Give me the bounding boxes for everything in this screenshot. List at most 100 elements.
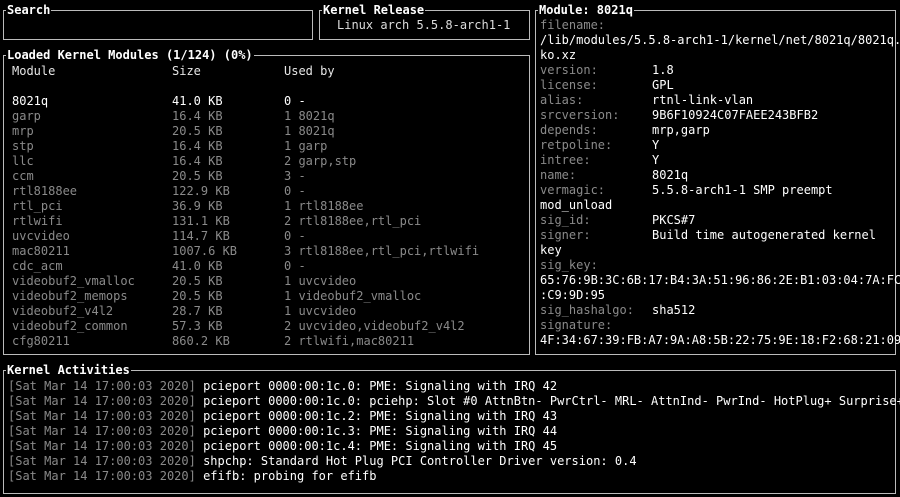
module-used-by-cell: 2 rtlwifi,mac80211 [284, 334, 415, 348]
module-name-cell: videobuf2_vmalloc [12, 274, 135, 288]
module-size-cell: 16.4 KB [172, 109, 223, 123]
log-message: pcieport 0000:00:1c.0: pciehp: Slot #0 A… [203, 394, 900, 408]
activities-panel[interactable]: Kernel Activities [Sat Mar 14 17:00:03 2… [3, 363, 900, 494]
module-size-cell: 20.5 KB [172, 274, 223, 288]
module-info-title: Module: 8021q [538, 3, 634, 17]
modules-panel[interactable]: Loaded Kernel Modules (1/124) (0%) Modul… [3, 48, 530, 355]
log-message: pcieport 0000:00:1c.2: PME: Signaling wi… [203, 409, 558, 423]
log-entry: [Sat Mar 14 17:00:03 2020] pcieport 0000… [8, 379, 557, 394]
module-info-value: mrp,garp [652, 123, 710, 137]
module-info-key: retpoline: [540, 138, 613, 152]
log-timestamp: [Sat Mar 14 17:00:03 2020] [8, 394, 196, 408]
module-name-cell: stp [12, 139, 34, 153]
module-size-cell: 36.9 KB [172, 199, 223, 213]
activities-title: Kernel Activities [6, 363, 131, 377]
module-info-key: license: [540, 78, 598, 92]
module-size-cell: 122.9 KB [172, 184, 230, 198]
module-info-value: 5.5.8-arch1-1 SMP preempt [652, 183, 833, 197]
module-info-text: 65:76:9B:3C:6B:17:B4:3A:51:96:86:2E:B1:0… [540, 273, 900, 287]
module-info-value: PKCS#7 [652, 213, 696, 227]
column-header-module[interactable]: Module [12, 64, 55, 79]
log-message: shpchp: Standard Hot Plug PCI Controller… [203, 454, 637, 468]
module-info-key: vermagic: [540, 183, 606, 197]
log-message: pcieport 0000:00:1c.3: PME: Signaling wi… [203, 424, 558, 438]
module-used-by-cell: 0 - [284, 184, 306, 198]
module-size-cell: 20.5 KB [172, 169, 223, 183]
module-name-cell: llc [12, 154, 34, 168]
module-name-cell: mrp [12, 124, 34, 138]
module-info-key: version: [540, 63, 598, 77]
log-entry: [Sat Mar 14 17:00:03 2020] pcieport 0000… [8, 409, 557, 424]
log-timestamp: [Sat Mar 14 17:00:03 2020] [8, 454, 196, 468]
module-used-by-cell: 3 rtl8188ee,rtl_pci,rtlwifi [284, 244, 480, 258]
log-message: pcieport 0000:00:1c.0: PME: Signaling wi… [203, 379, 558, 393]
module-size-cell: 131.1 KB [172, 214, 230, 228]
module-size-cell: 1007.6 KB [172, 244, 238, 258]
module-size-cell: 20.5 KB [172, 289, 223, 303]
module-size-cell: 41.0 KB [172, 94, 223, 108]
module-info-panel[interactable]: Module: 8021q filename:/lib/modules/5.5.… [535, 3, 900, 355]
module-info-key: srcversion: [540, 108, 620, 122]
module-name-cell: rtl8188ee [12, 184, 78, 198]
module-info-value: Y [652, 138, 660, 152]
module-info-key: name: [540, 168, 577, 182]
module-name-cell: ccm [12, 169, 34, 183]
module-used-by-cell: 0 - [284, 94, 306, 108]
log-entry: [Sat Mar 14 17:00:03 2020] pcieport 0000… [8, 394, 900, 409]
module-info-key: signer: [540, 228, 591, 242]
module-name-cell: rtlwifi [12, 214, 63, 228]
modules-header: Module Size Used by [12, 64, 335, 79]
module-name-cell: uvcvideo [12, 229, 70, 243]
module-used-by-cell: 1 videobuf2_vmalloc [284, 289, 422, 303]
module-used-by-cell: 3 - [284, 169, 306, 183]
module-info-key: intree: [540, 153, 591, 167]
column-header-used-by[interactable]: Used by [284, 64, 335, 79]
module-name-cell: rtl_pci [12, 199, 63, 213]
module-info-value: 1.8 [652, 63, 674, 77]
module-size-cell: 41.0 KB [172, 259, 223, 273]
module-name-cell: videobuf2_common [12, 319, 128, 333]
module-info-value: Y [652, 153, 660, 167]
module-info-value: 8021q [652, 168, 689, 182]
module-info-text: 4F:34:67:39:FB:A7:9A:A8:5B:22:75:9E:18:F… [540, 333, 900, 347]
module-info-value: Build time autogenerated kernel [652, 228, 876, 242]
log-timestamp: [Sat Mar 14 17:00:03 2020] [8, 469, 196, 483]
module-name-cell: videobuf2_v4l2 [12, 304, 114, 318]
module-size-cell: 16.4 KB [172, 154, 223, 168]
module-info-value: 9B6F10924C07FAEE243BFB2 [652, 108, 819, 122]
kernel-release-title: Kernel Release [322, 3, 426, 17]
search-panel[interactable]: Search [3, 3, 313, 40]
module-info-text: :C9:9D:95 [540, 288, 606, 302]
module-used-by-cell: 1 8021q [284, 109, 335, 123]
module-name-cell: 8021q [12, 94, 49, 108]
module-size-cell: 57.3 KB [172, 319, 223, 333]
module-size-cell: 860.2 KB [172, 334, 230, 348]
module-info-key: sig_hashalgo: [540, 303, 634, 317]
module-size-cell: 16.4 KB [172, 139, 223, 153]
module-name-cell: cdc_acm [12, 259, 63, 273]
log-entry: [Sat Mar 14 17:00:03 2020] pcieport 0000… [8, 439, 557, 454]
module-used-by-cell: 0 - [284, 259, 306, 273]
log-timestamp: [Sat Mar 14 17:00:03 2020] [8, 409, 196, 423]
module-used-by-cell: 2 garp,stp [284, 154, 357, 168]
module-info-text: key [540, 243, 562, 257]
module-name-cell: cfg80211 [12, 334, 70, 348]
module-used-by-cell: 2 uvcvideo,videobuf2_v4l2 [284, 319, 465, 333]
module-info-key: sig_key: [540, 258, 598, 272]
module-used-by-cell: 1 8021q [284, 124, 335, 138]
module-used-by-cell: 1 garp [284, 139, 328, 153]
module-info-key: alias: [540, 93, 584, 107]
column-header-size[interactable]: Size [172, 64, 201, 79]
module-size-cell: 114.7 KB [172, 229, 230, 243]
module-info-key: depends: [540, 123, 598, 137]
module-info-text: ko.xz [540, 48, 577, 62]
module-info-text: mod_unload [540, 198, 613, 212]
module-info-value: sha512 [652, 303, 696, 317]
log-message: pcieport 0000:00:1c.4: PME: Signaling wi… [203, 439, 558, 453]
module-used-by-cell: 1 uvcvideo [284, 304, 357, 318]
module-info-key: filename: [540, 18, 606, 32]
module-name-cell: mac80211 [12, 244, 70, 258]
module-name-cell: garp [12, 109, 41, 123]
kernel-release-panel: Kernel Release Linux arch 5.5.8-arch1-1 [319, 3, 530, 40]
module-used-by-cell: 1 rtl8188ee [284, 199, 364, 213]
